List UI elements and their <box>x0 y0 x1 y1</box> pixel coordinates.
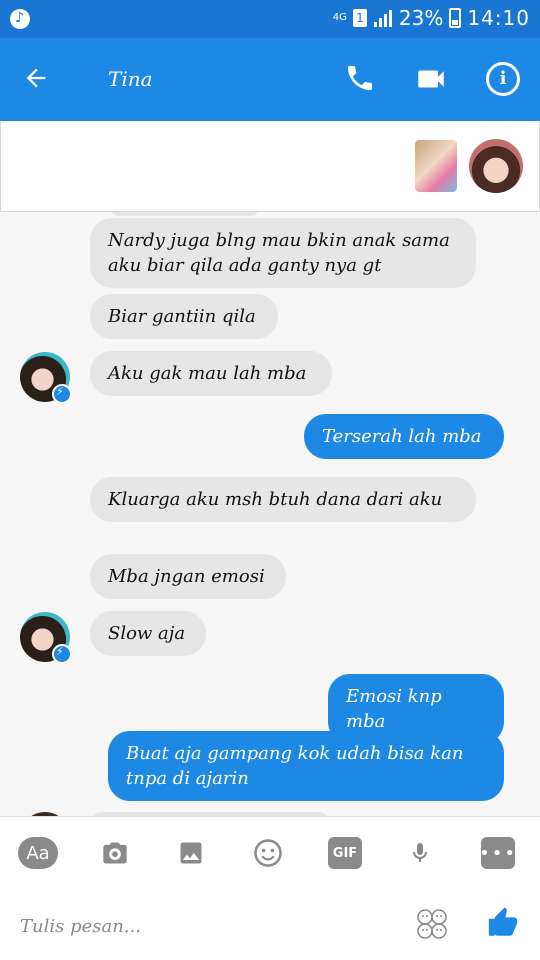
phone-icon[interactable] <box>344 62 380 98</box>
sim-icon: 1 <box>352 9 367 27</box>
battery-percent: 23% <box>398 6 444 30</box>
contact-avatar[interactable] <box>20 612 72 664</box>
message-bubble-partial <box>110 212 260 216</box>
more-icon[interactable]: ••• <box>479 837 515 869</box>
message-bubble-incoming[interactable]: Slow aja <box>90 611 206 656</box>
status-bar: 4G 1 23% 14:10 <box>0 0 540 38</box>
stickers-icon[interactable] <box>416 908 448 940</box>
composer-toolbar: Aa GIF ••• <box>0 816 540 891</box>
message-bubble-incoming[interactable]: Aku gak mau lah mba <box>90 351 332 396</box>
music-note-icon <box>10 9 30 29</box>
messenger-badge-icon <box>52 384 72 404</box>
message-bubble-incoming[interactable]: Biar gantiin qila <box>90 294 278 339</box>
like-icon[interactable] <box>486 906 520 940</box>
image-icon[interactable] <box>176 837 206 869</box>
conversation-title[interactable]: Tina <box>108 67 153 91</box>
message-bubble-incoming[interactable]: Kluarga aku msh btuh dana dari aku <box>90 477 476 522</box>
message-bubble-outgoing[interactable]: Terserah lah mba <box>304 414 504 459</box>
battery-icon <box>449 8 462 28</box>
gif-icon[interactable]: GIF <box>328 837 362 869</box>
text-format-icon[interactable]: Aa <box>18 837 58 869</box>
back-arrow-icon[interactable] <box>22 64 50 98</box>
microphone-icon[interactable] <box>408 837 432 869</box>
messenger-badge-icon <box>52 644 72 664</box>
status-icons: 4G 1 23% 14:10 <box>333 6 530 30</box>
clock-time: 14:10 <box>467 6 530 30</box>
contact-avatar[interactable] <box>20 352 72 404</box>
message-bubble-incoming[interactable]: Nardy juga blng mau bkin anak sama aku b… <box>90 218 476 288</box>
composer <box>0 890 540 960</box>
signal-icon <box>373 9 393 27</box>
network-label: 4G <box>332 12 347 23</box>
camera-icon[interactable] <box>98 837 132 869</box>
chat-header: Tina i <box>0 38 540 121</box>
contact-avatar-large[interactable] <box>469 139 523 193</box>
message-input[interactable] <box>18 908 402 944</box>
message-list[interactable]: Nardy juga blng mau bkin anak sama aku b… <box>0 212 540 816</box>
message-bubble-incoming[interactable]: Mba jngan emosi <box>90 554 286 599</box>
shared-photos-strip <box>0 121 540 212</box>
video-camera-icon[interactable] <box>414 62 450 98</box>
emoji-icon[interactable] <box>253 837 283 869</box>
shared-photo-thumbnail[interactable] <box>415 140 457 192</box>
message-bubble-outgoing[interactable]: Buat aja gampang kok udah bisa kan tnpa … <box>108 731 504 801</box>
info-icon[interactable]: i <box>486 62 520 96</box>
